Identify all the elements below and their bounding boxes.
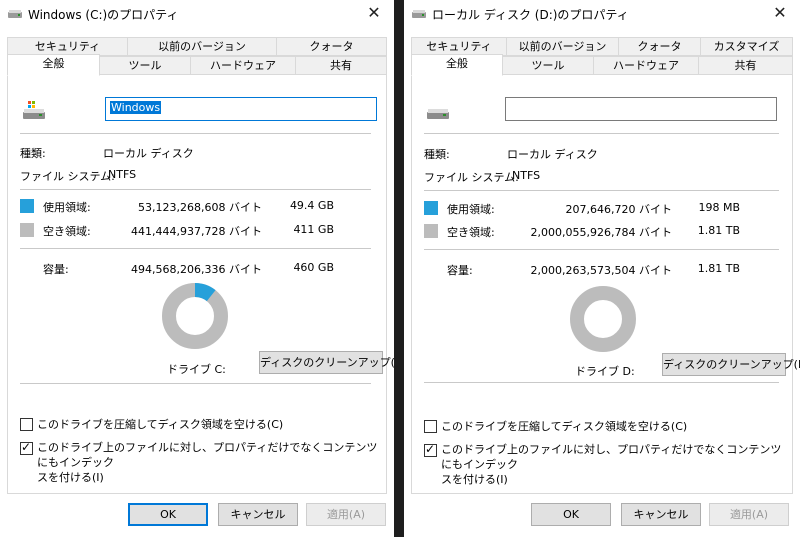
type-label: 種類: [424,148,450,161]
used-space-size: 49.4 GB [289,199,334,212]
free-space-bytes: 2,000,055,926,784 バイト [530,226,672,239]
index-contents-checkbox[interactable]: ✓ [20,440,33,455]
properties-dialog-d: ローカル ディスク (D:)のプロパティ ✕ セキュリティ 以前のバージョン ク… [404,0,800,537]
used-space-label: 使用領域: [447,203,495,216]
checkmark-icon: ✓ [21,440,32,454]
tab-quota[interactable]: クォータ [276,37,387,56]
disk-cleanup-button[interactable]: ディスクのクリーンアップ(D) [662,353,800,376]
ok-button[interactable]: OK [531,503,611,526]
tab-strip: セキュリティ 以前のバージョン クォータ カスタマイズ 全般 ツール ハードウェ… [411,37,793,76]
properties-dialog-c: Windows (C:)のプロパティ ✕ セキュリティ 以前のバージョン クォー… [0,0,394,537]
general-panel: Windows 種類: ローカル ディスク ファイル システム: NTFS 使用… [7,74,394,494]
free-space-label: 空き領域: [447,226,495,239]
used-space-label: 使用領域: [43,201,91,214]
separator [20,383,371,384]
index-contents-label: このドライブ上のファイルに対し、プロパティだけでなくコンテンツにもインデック スを… [441,443,782,486]
capacity-label: 容量: [43,263,69,276]
free-space-segment [162,283,228,349]
tab-general[interactable]: 全般 [7,54,100,76]
tab-previous-versions[interactable]: 以前のバージョン [127,37,277,56]
type-value: ローカル ディスク [103,147,194,160]
compress-drive-label: このドライブを圧縮してディスク領域を空ける(C) [441,420,688,433]
free-space-label: 空き領域: [43,225,91,238]
used-space-swatch [424,201,438,215]
compress-drive-checkbox[interactable] [424,420,437,433]
window-title: Windows (C:)のプロパティ [28,8,179,22]
used-space-bytes: 207,646,720 バイト [565,203,672,216]
separator [424,382,779,383]
cancel-button[interactable]: キャンセル [218,503,298,526]
tab-strip: セキュリティ 以前のバージョン クォータ 全般 ツール ハードウェア 共有 [7,37,387,76]
title-bar: ローカル ディスク (D:)のプロパティ ✕ [404,0,800,28]
used-space-size: 198 MB [698,201,740,214]
compress-drive-checkbox[interactable] [20,418,33,431]
window-title: ローカル ディスク (D:)のプロパティ [432,8,629,22]
tab-previous-versions[interactable]: 以前のバージョン [506,37,619,56]
hard-drive-icon [23,101,45,119]
used-space-bytes: 53,123,268,608 バイト [138,201,262,214]
drive-letter-label: ドライブ C: [167,363,226,376]
close-button[interactable]: ✕ [760,0,800,28]
free-space-bytes: 441,444,937,728 バイト [131,225,262,238]
free-space-size: 411 GB [293,223,334,236]
tab-customize[interactable]: カスタマイズ [700,37,793,56]
separator [424,190,779,191]
index-contents-checkbox[interactable]: ✓ [424,442,437,457]
ok-button[interactable]: OK [128,503,208,526]
divider [394,0,404,537]
used-space-segment [194,283,216,302]
title-bar: Windows (C:)のプロパティ ✕ [0,0,394,28]
checkmark-icon: ✓ [425,442,436,456]
tab-general[interactable]: 全般 [411,54,503,76]
type-label: 種類: [20,147,46,160]
type-value: ローカル ディスク [507,148,598,161]
compress-drive-label: このドライブを圧縮してディスク領域を空ける(C) [37,418,284,431]
drive-name-input[interactable] [505,97,777,121]
tab-tools[interactable]: ツール [99,56,191,75]
file-system-label: ファイル システム: [424,171,519,184]
capacity-size: 1.81 TB [697,262,740,275]
hard-drive-icon [8,10,22,18]
disk-cleanup-button[interactable]: ディスクのクリーンアップ(D) [259,351,394,374]
apply-button[interactable]: 適用(A) [306,503,386,526]
usage-donut-chart [162,283,228,349]
separator [424,133,779,134]
free-space-swatch [20,223,34,237]
capacity-bytes: 494,568,206,336 バイト [131,263,262,276]
file-system-label: ファイル システム: [20,170,115,183]
usage-donut-chart [570,286,636,352]
capacity-size: 460 GB [293,261,334,274]
cancel-button[interactable]: キャンセル [621,503,701,526]
separator [424,249,779,250]
drive-name-input[interactable]: Windows [105,97,377,121]
tab-hardware[interactable]: ハードウェア [593,56,699,75]
tab-sharing[interactable]: 共有 [295,56,387,75]
file-system-value: NTFS [108,168,137,181]
free-space-segment [570,286,636,352]
capacity-label: 容量: [447,264,473,277]
used-space-swatch [20,199,34,213]
close-button[interactable]: ✕ [354,0,394,28]
separator [20,189,371,190]
apply-button[interactable]: 適用(A) [709,503,789,526]
file-system-value: NTFS [512,169,541,182]
hard-drive-icon [412,10,426,18]
capacity-bytes: 2,000,263,573,504 バイト [530,264,672,277]
free-space-size: 1.81 TB [697,224,740,237]
tab-hardware[interactable]: ハードウェア [190,56,296,75]
index-contents-label: このドライブ上のファイルに対し、プロパティだけでなくコンテンツにもインデック スを… [37,441,378,484]
drive-letter-label: ドライブ D: [575,365,635,378]
separator [20,133,371,134]
free-space-swatch [424,224,438,238]
general-panel: 種類: ローカル ディスク ファイル システム: NTFS 使用領域: 207,… [411,74,800,494]
tab-sharing[interactable]: 共有 [698,56,793,75]
tab-quota[interactable]: クォータ [618,37,701,56]
hard-drive-icon [427,109,449,119]
separator [20,248,371,249]
tab-tools[interactable]: ツール [502,56,594,75]
